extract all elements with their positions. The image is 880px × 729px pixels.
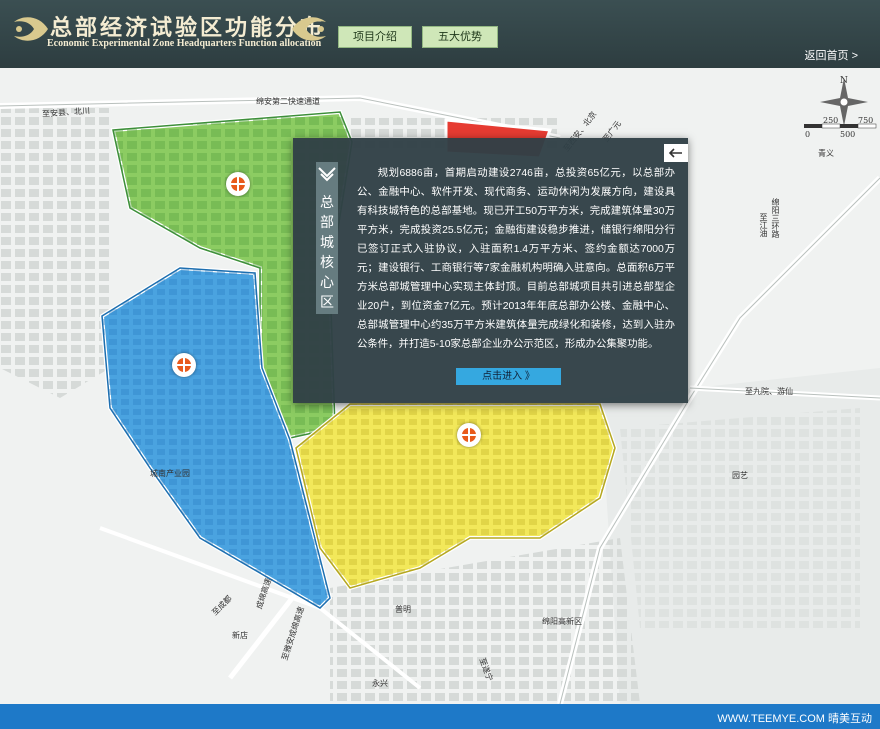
urban-blocks-east [620,408,860,628]
zone-blue-marker-icon[interactable] [172,353,196,377]
popup-close-button[interactable] [664,144,688,162]
nav-five-advantages-button[interactable]: 五大优势 [422,26,498,48]
label-place-yongxing: 永兴 [372,679,388,688]
back-home-link[interactable]: 返回首页 > [805,47,858,63]
compass-north-label: N [840,76,848,86]
label-road-pingtong: 至江油 [759,213,768,237]
left-ornament-icon [14,17,48,41]
scale-label-750: 750 [858,116,874,125]
header-bar: 总部经济试验区功能分布 Economic Experimental Zone H… [0,0,880,68]
tag-ornament-icon [318,167,336,182]
zone-yellow-marker-icon[interactable] [457,423,481,447]
footer-bar: WWW.TEEMYE.COM 晴美互动 [0,704,880,729]
label-road-mianyang-third: 绵阳三环路 [771,198,780,238]
right-ornament-icon [292,17,326,41]
zone-description: 规划6886亩，首期启动建设2746亩，总投资65亿元，以总部办公、金融中心、软… [357,168,675,350]
nav-project-intro-button[interactable]: 项目介绍 [338,26,412,48]
arrow-left-icon [668,148,682,158]
scale-label-250: 250 [823,116,839,125]
zone-info-popup: 总部城核心区 规划6886亩，首期启动建设2746亩，总投资65亿元，以总部办公… [293,138,688,403]
label-place-chengshi: 城南产业园 [150,469,190,478]
label-road-jiulong: 至九院、游仙 [745,387,793,396]
label-place-yuanyi: 园艺 [732,471,748,480]
zone-green-marker-icon[interactable] [226,172,250,196]
label-place-xinji: 新店 [232,631,248,640]
label-place-puming: 普明 [395,605,411,614]
zone-tag-title: 总部城核心区 [320,194,334,310]
zone-tag: 总部城核心区 [316,162,338,314]
scale-label-0: 0 [805,130,811,139]
urban-area-west [0,108,110,398]
label-place-mianyang-gaoxin: 绵阳高新区 [542,617,582,626]
label-place-qingyi: 青义 [818,149,834,158]
footer-brand: WWW.TEEMYE.COM 晴美互动 [717,713,872,725]
label-road-mianan: 绵安第二快速通道 [256,97,320,106]
scale-label-500: 500 [840,130,856,139]
page-subtitle: Economic Experimental Zone Headquarters … [47,38,322,49]
enter-zone-button[interactable]: 点击进入 》 [456,368,561,385]
